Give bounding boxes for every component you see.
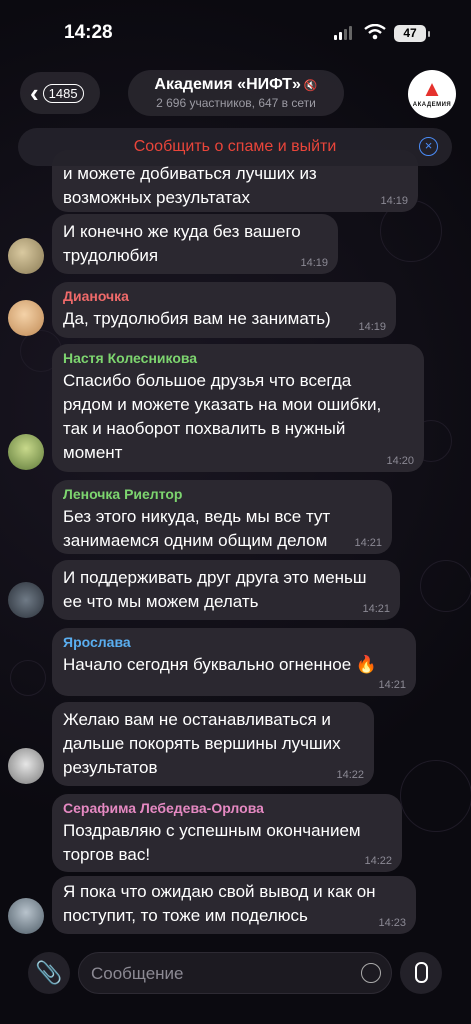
sender-name[interactable]: Настя Колесникова	[63, 350, 412, 366]
chat-header: ‹ 1485 Академия «НИФТ» 🔇 2 696 участников…	[0, 64, 471, 124]
message-bubble[interactable]: Я пока что ожидаю свой вывод и как он по…	[52, 876, 416, 934]
report-spam-label: Сообщить о спаме и выйти	[133, 138, 337, 155]
message-line: Поздравляю с успешным окончанием	[63, 821, 361, 840]
message-line: дальше покорять вершины лучших	[63, 734, 341, 753]
message-bubble[interactable]: Дианочка Да, трудолюбия вам не занимать)…	[52, 282, 396, 338]
sticker-icon[interactable]	[361, 963, 381, 983]
message-time: 14:21	[378, 679, 406, 691]
message-time: 14:22	[364, 855, 392, 867]
academy-logo-icon: ▲	[421, 76, 443, 101]
voice-message-button[interactable]	[400, 952, 442, 994]
message-bubble[interactable]: И конечно же куда без вашего трудолюбия …	[52, 214, 338, 274]
message-line: ее что мы можем делать	[63, 592, 259, 611]
message-time: 14:20	[386, 455, 414, 467]
cellular-signal-icon	[334, 26, 352, 40]
message-line: возможных результатах	[63, 188, 250, 207]
message-line: Начало сегодня буквально огненное 🔥	[63, 655, 378, 674]
microphone-icon	[414, 962, 428, 984]
avatar[interactable]	[8, 300, 44, 336]
group-avatar[interactable]: ▲ АКАДЕМИЯ	[408, 70, 456, 118]
unread-count-badge: 1485	[42, 83, 84, 103]
message-bubble[interactable]: Серафима Лебедева-Орлова Поздравляю с ус…	[52, 794, 402, 872]
sender-name[interactable]: Ярослава	[63, 634, 404, 650]
avatar[interactable]	[8, 748, 44, 784]
muted-icon: 🔇	[303, 80, 318, 92]
message-line: поступит, то тоже им поделюсь	[63, 906, 308, 925]
message-placeholder: Сообщение	[91, 964, 184, 983]
avatar[interactable]	[8, 582, 44, 618]
chat-title: Академия «НИФТ»	[154, 76, 301, 93]
chat-subtitle: 2 696 участников, 647 в сети	[156, 96, 316, 110]
message-time: 14:19	[300, 257, 328, 269]
wifi-icon	[364, 24, 386, 40]
logo-text: АКАДЕМИЯ	[412, 102, 452, 108]
message-input[interactable]: Сообщение	[78, 952, 392, 994]
message-bubble[interactable]: Желаю вам не останавливаться и дальше по…	[52, 702, 374, 786]
sender-name[interactable]: Серафима Лебедева-Орлова	[63, 800, 390, 816]
avatar[interactable]	[8, 238, 44, 274]
close-icon[interactable]: ×	[419, 137, 438, 156]
message-time: 14:21	[362, 603, 390, 615]
back-button[interactable]: ‹ 1485	[20, 72, 100, 114]
message-line: трудолюбия	[63, 246, 159, 265]
attach-button[interactable]: 📎	[28, 952, 70, 994]
message-time: 14:23	[378, 917, 406, 929]
sender-name[interactable]: Леночка Риелтор	[63, 486, 380, 502]
message-line: рядом и можете указать на мои ошибки,	[63, 395, 382, 414]
message-time: 14:21	[354, 537, 382, 549]
message-line: Без этого никуда, ведь мы все тут	[63, 507, 331, 526]
status-time: 14:28	[64, 22, 113, 43]
report-spam-bar[interactable]: Сообщить о спаме и выйти ×	[18, 128, 452, 166]
message-line: занимаемся одним общим делом	[63, 531, 328, 550]
message-line: И поддерживать друг друга это меньш	[63, 568, 367, 587]
message-line: И конечно же куда без вашего	[63, 222, 301, 241]
status-bar: 14:28 47	[0, 0, 471, 64]
message-bubble[interactable]: И поддерживать друг друга это меньш ее ч…	[52, 560, 400, 620]
message-line: момент	[63, 443, 123, 462]
message-composer: 📎 Сообщение	[0, 946, 471, 1024]
avatar[interactable]	[8, 898, 44, 934]
message-time: 14:19	[380, 195, 408, 207]
chat-title-pill[interactable]: Академия «НИФТ» 🔇 2 696 участников, 647 в…	[128, 70, 344, 116]
avatar[interactable]	[8, 434, 44, 470]
message-time: 14:19	[358, 321, 386, 333]
message-time: 14:22	[336, 769, 364, 781]
chevron-left-icon: ‹	[30, 78, 39, 108]
message-line: Желаю вам не останавливаться и	[63, 710, 331, 729]
message-bubble[interactable]: Леночка Риелтор Без этого никуда, ведь м…	[52, 480, 392, 554]
message-bubble[interactable]: Ярослава Начало сегодня буквально огненн…	[52, 628, 416, 696]
message-line: так и наоборот похвалить в нужный	[63, 419, 346, 438]
message-bubble[interactable]: Настя Колесникова Спасибо большое друзья…	[52, 344, 424, 472]
sender-name[interactable]: Дианочка	[63, 288, 384, 304]
message-line: Я пока что ожидаю свой вывод и как он	[63, 882, 376, 901]
battery-indicator: 47	[394, 25, 430, 42]
message-line: результатов	[63, 758, 158, 777]
message-line: Да, трудолюбия вам не занимать)	[63, 309, 331, 328]
paperclip-icon: 📎	[35, 960, 63, 985]
message-line: торгов вас!	[63, 845, 151, 864]
message-line: Спасибо большое друзья что всегда	[63, 371, 352, 390]
